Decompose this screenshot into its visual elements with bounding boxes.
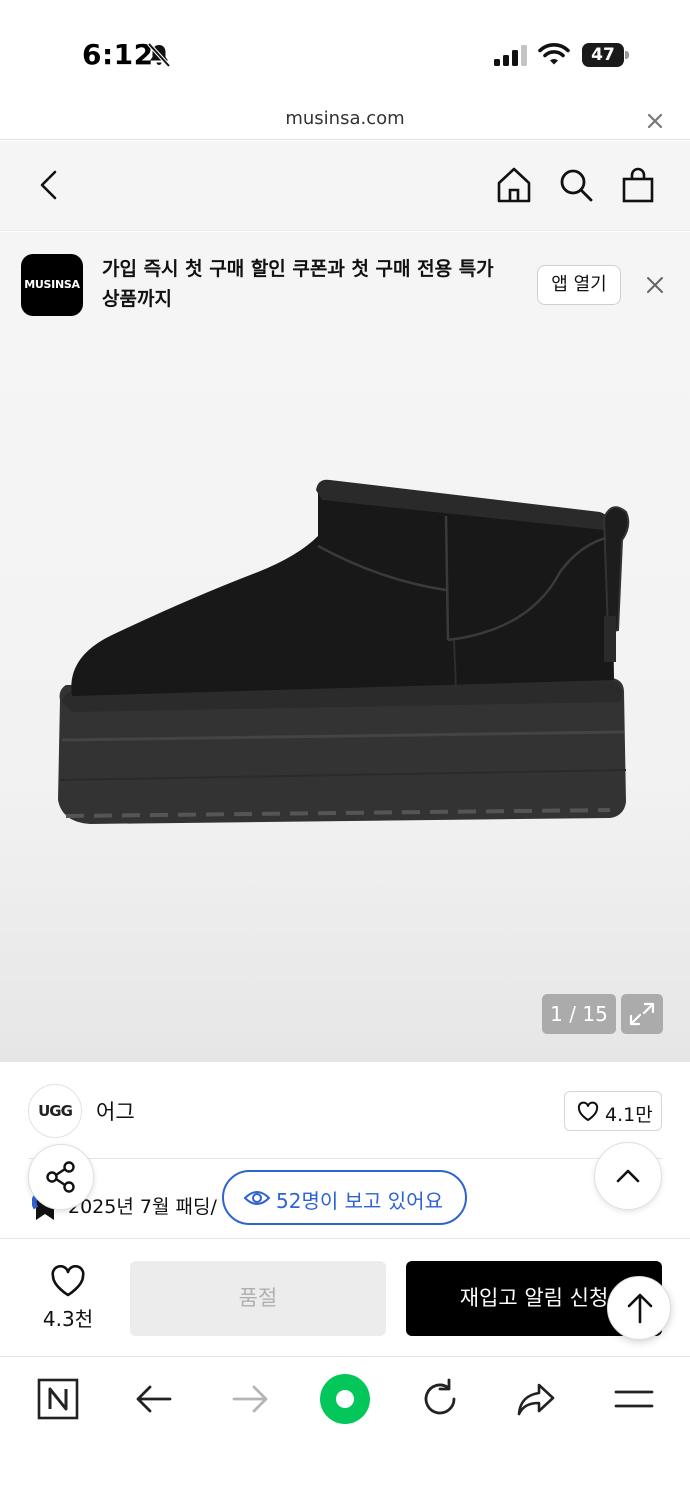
menu-icon[interactable] (612, 1377, 656, 1421)
naver-green-dot-button[interactable] (320, 1374, 370, 1424)
close-icon[interactable] (644, 274, 666, 296)
expand-icon (629, 1002, 655, 1026)
shopping-bag-icon[interactable] (618, 165, 658, 205)
wifi-icon (538, 43, 570, 65)
url-bar[interactable]: musinsa.com (0, 100, 690, 140)
forward-share-icon[interactable] (514, 1377, 558, 1421)
open-app-button[interactable]: 앱 열기 (537, 265, 621, 305)
soldout-button: 품절 (130, 1261, 386, 1336)
purchase-action-bar: 4.3천 품절 재입고 알림 신청 (0, 1238, 690, 1356)
collapse-button[interactable] (594, 1142, 662, 1210)
home-icon[interactable] (494, 165, 534, 205)
brand-name[interactable]: 어그 (96, 1096, 135, 1126)
heart-icon (577, 1101, 599, 1121)
battery-icon: 47 (582, 43, 630, 67)
bell-slash-icon (147, 42, 171, 68)
naver-n-icon[interactable] (36, 1377, 80, 1421)
scroll-to-top-button[interactable] (607, 1276, 671, 1340)
product-photo (58, 479, 630, 824)
reload-icon[interactable] (418, 1377, 462, 1421)
back-icon[interactable] (30, 165, 70, 205)
status-bar: 6:12 47 (0, 0, 690, 100)
product-image-carousel[interactable]: 1 / 15 (0, 340, 690, 1062)
ranking-text: 2025년 7월 패딩/ (68, 1196, 217, 1218)
eye-icon (244, 1191, 270, 1205)
url-domain[interactable]: musinsa.com (0, 108, 690, 129)
viewers-text: 52명이 보고 있어요 (276, 1189, 443, 1213)
banner-message: 가입 즉시 첫 구매 할인 쿠폰과 첫 구매 전용 특가 상품까지 (102, 258, 494, 310)
top-navigation (0, 141, 690, 231)
viewers-badge: 52명이 보고 있어요 (222, 1170, 467, 1225)
image-counter: 1 / 15 (542, 994, 616, 1034)
arrow-left-icon[interactable] (132, 1377, 176, 1421)
app-install-banner: MUSINSA 가입 즉시 첫 구매 할인 쿠폰과 첫 구매 전용 특가 상품까… (0, 232, 690, 340)
expand-button[interactable] (621, 994, 663, 1034)
share-icon (46, 1161, 75, 1193)
search-icon[interactable] (556, 165, 596, 205)
divider (28, 1158, 662, 1159)
heart-icon[interactable] (50, 1265, 86, 1299)
musinsa-logo: MUSINSA (21, 254, 83, 316)
wish-count: 4.3천 (42, 1307, 94, 1331)
brand-logo[interactable]: UGG (28, 1084, 82, 1138)
browser-toolbar (0, 1356, 690, 1500)
arrow-right-icon[interactable] (228, 1377, 272, 1421)
share-button[interactable] (28, 1144, 94, 1210)
close-icon[interactable] (644, 110, 666, 132)
status-time: 6:12 (82, 38, 154, 71)
arrow-up-icon (627, 1293, 653, 1324)
brand-row: UGG 어그 4.1만 (0, 1062, 690, 1158)
brand-like-button[interactable]: 4.1만 (564, 1091, 662, 1131)
chevron-up-icon (616, 1169, 640, 1183)
brand-like-count: 4.1만 (605, 1104, 653, 1126)
battery-level: 47 (591, 45, 615, 65)
signal-icon (494, 45, 527, 66)
